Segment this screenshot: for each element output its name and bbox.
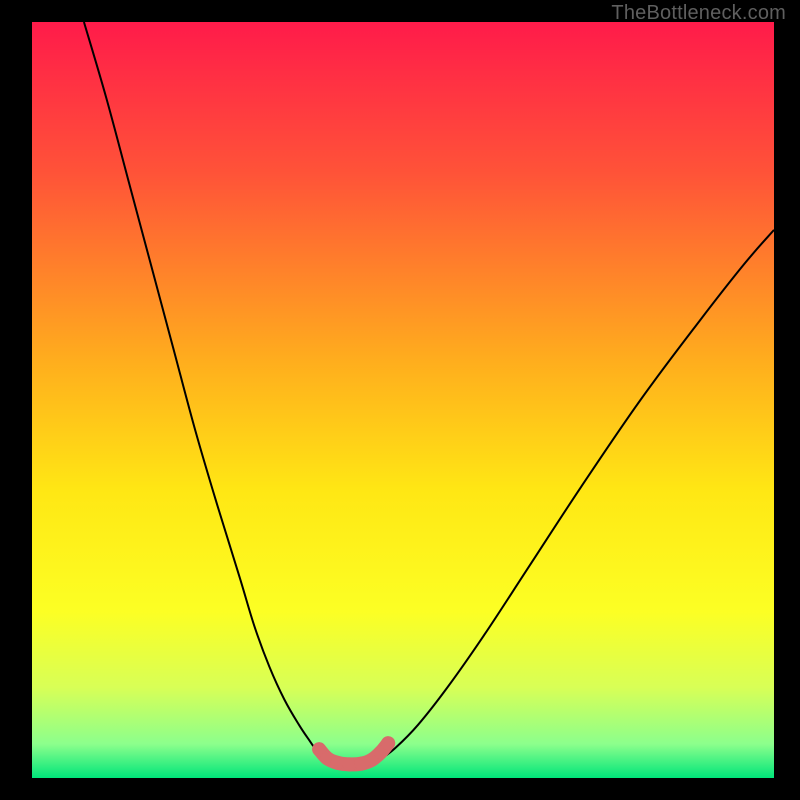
- gradient-background: [32, 22, 774, 778]
- plot-svg: [32, 22, 774, 778]
- highlight-dot: [343, 757, 357, 771]
- highlight-dot: [331, 756, 345, 770]
- plot-area: [32, 22, 774, 778]
- highlight-dot: [381, 736, 395, 750]
- chart-frame: TheBottleneck.com: [0, 0, 800, 800]
- watermark-text: TheBottleneck.com: [611, 2, 786, 25]
